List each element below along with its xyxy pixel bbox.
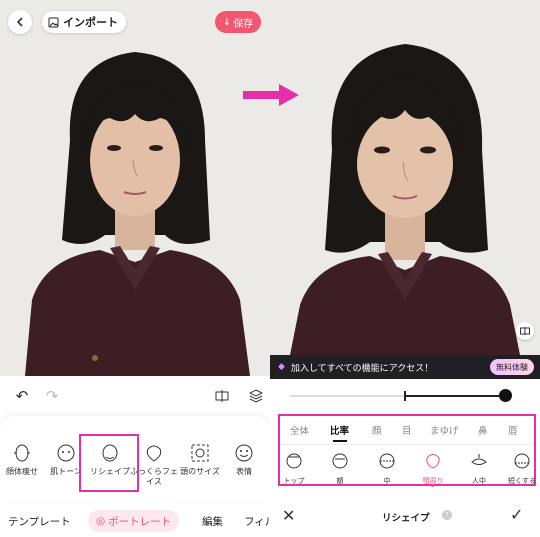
reshape-options-box: 全体 比率 顔 目 まゆげ 鼻 唇 トップ 額 中 顎周り 人中 短くする xyxy=(276,414,536,487)
middle-icon xyxy=(379,453,395,469)
slider-fill xyxy=(405,395,505,397)
history-row: ↶ ↷ xyxy=(0,383,270,409)
redo-icon[interactable]: ↷ xyxy=(42,386,62,406)
close-icon[interactable]: ✕ xyxy=(282,506,295,525)
tool-title: リシェイプ xyxy=(382,513,430,524)
image-icon xyxy=(48,17,59,27)
slider-center-mark xyxy=(404,391,406,401)
sub-shorten[interactable]: 短くする xyxy=(504,452,540,486)
photo-original xyxy=(0,0,270,376)
skin-tone-icon xyxy=(55,442,77,464)
sub-middle[interactable]: 中 xyxy=(369,452,405,486)
plump-face-icon xyxy=(143,442,165,464)
nav-portrait[interactable]: ◎ ポートレート xyxy=(88,510,180,532)
undo-icon[interactable]: ↶ xyxy=(12,386,32,406)
confirm-check-icon[interactable]: ✓ xyxy=(510,505,523,524)
reshape-highlight-box xyxy=(79,434,139,492)
right-panel: ◆ 加入してすべての機能にアクセス！ 無料体験 全体 比率 顔 目 まゆげ 鼻 … xyxy=(270,0,540,537)
philtrum-icon xyxy=(471,454,487,465)
sub-forehead[interactable]: 額 xyxy=(322,452,358,486)
layers-icon[interactable] xyxy=(246,386,266,406)
promo-text: 加入してすべての機能にアクセス！ xyxy=(290,363,434,374)
tab-face[interactable]: 顔 xyxy=(372,423,382,437)
head-size-icon xyxy=(189,442,211,464)
import-label: インポート xyxy=(63,16,118,29)
intensity-slider xyxy=(270,379,540,414)
tab-lips[interactable]: 唇 xyxy=(508,423,518,437)
expression-icon xyxy=(233,442,255,464)
help-icon[interactable]: ? xyxy=(442,510,452,520)
active-dot xyxy=(431,484,434,487)
tab-nose[interactable]: 鼻 xyxy=(478,423,488,437)
nav-edit[interactable]: 編集 xyxy=(202,514,223,529)
sub-philtrum[interactable]: 人中 xyxy=(461,452,497,486)
tab-proportion[interactable]: 比率 xyxy=(330,423,349,437)
slider-knob[interactable] xyxy=(499,389,512,402)
photo-edited xyxy=(270,0,540,355)
download-icon: ↓ xyxy=(222,16,232,28)
save-label: 保存 xyxy=(233,18,254,30)
tab-all[interactable]: 全体 xyxy=(290,423,309,437)
chevron-left-icon xyxy=(16,17,23,27)
promo-bar: ◆ 加入してすべての機能にアクセス！ 無料体験 xyxy=(270,355,540,379)
diamond-icon: ◆ xyxy=(278,362,285,372)
sub-jawline[interactable]: 顎周り xyxy=(415,452,451,487)
tools-panel: 顔体痩せ 肌トーン リシェイプ ふっくらフェイス 頭のサイズ 表情 xyxy=(0,416,270,502)
back-button[interactable] xyxy=(8,10,32,34)
compare-icon[interactable] xyxy=(212,386,232,406)
portrait-icon: ◎ xyxy=(96,515,106,527)
top-icon xyxy=(286,453,302,469)
bottom-bar: ✕ リシェイプ ? ✓ xyxy=(270,500,540,537)
tab-eyebrows[interactable]: まゆげ xyxy=(430,423,459,437)
save-button[interactable]: ↓ 保存 xyxy=(215,11,261,33)
nav-filter[interactable]: フィル xyxy=(244,514,270,529)
free-trial-button[interactable]: 無料体験 xyxy=(490,359,534,375)
face-slim-icon xyxy=(11,442,33,464)
nav-templates[interactable]: テンプレート xyxy=(8,514,71,529)
tool-expression[interactable]: 表情 xyxy=(217,442,270,477)
arrow-right-icon xyxy=(243,84,299,106)
jawline-icon xyxy=(426,454,440,469)
compare-icon[interactable] xyxy=(516,322,534,340)
tab-eyes[interactable]: 目 xyxy=(402,423,412,437)
sub-top[interactable]: トップ xyxy=(276,452,312,486)
import-button[interactable]: インポート xyxy=(42,11,126,33)
bottom-nav: テンプレート ◎ ポートレート 編集 フィル xyxy=(0,506,270,537)
divider xyxy=(280,444,534,445)
tab-underline xyxy=(333,440,347,442)
forehead-icon xyxy=(332,453,348,469)
left-panel: インポート ↓ 保存 ↶ ↷ 顔体痩せ 肌トーン リシェイプ ふっくらフェイス xyxy=(0,0,270,537)
shorten-icon xyxy=(514,453,530,469)
